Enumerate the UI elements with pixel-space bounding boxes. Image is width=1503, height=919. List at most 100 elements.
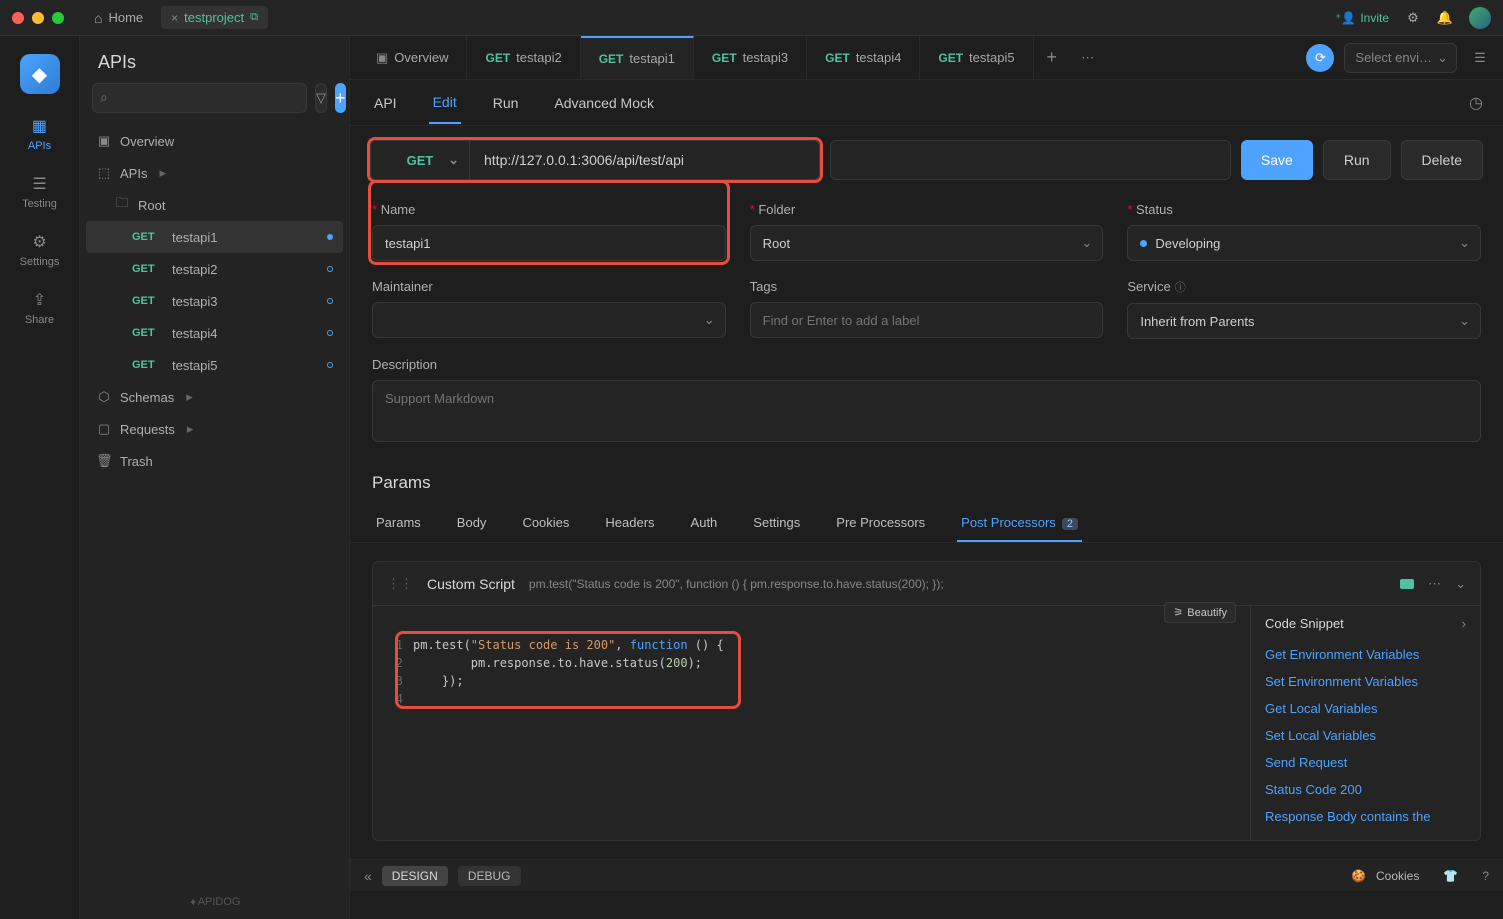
home-button[interactable]: ⌂ Home [84,6,153,30]
snippet-link[interactable]: Set Local Variables [1265,722,1466,749]
external-link-icon[interactable]: ⧉ [250,11,258,24]
project-name: testproject [184,10,244,25]
ptab-post[interactable]: Post Processors2 [957,505,1082,542]
notification-bell-icon[interactable]: 🔔 [1437,10,1453,26]
add-button[interactable]: + [335,83,346,113]
subtab-edit[interactable]: Edit [429,82,461,124]
main-area: ▣ Overview GET testapi2 GET testapi1 GET… [350,36,1503,919]
info-icon[interactable]: ⓘ [1175,282,1186,294]
folder-select[interactable]: Root [750,225,1104,261]
minimize-window[interactable] [32,12,44,24]
more-options-icon[interactable]: ⋯ [1428,576,1441,592]
cookies-button[interactable]: Cookies [1376,869,1419,883]
tree-api-item[interactable]: GET testapi1 [86,221,343,253]
filter-button[interactable]: ▽ [315,83,327,113]
description-textarea[interactable] [372,380,1481,442]
tree-label: Root [138,198,165,213]
tree-api-item[interactable]: GET testapi5 [86,349,343,381]
status-select[interactable]: Developing [1127,225,1481,261]
service-select[interactable]: Inherit from Parents [1127,303,1481,339]
save-button[interactable]: Save [1241,140,1313,180]
tree-requests[interactable]: ▢ Requests ▸ [86,413,343,445]
tree-trash[interactable]: 🗑 Trash [86,445,343,477]
ptab-pre[interactable]: Pre Processors [832,505,929,542]
method-badge: GET [132,263,164,275]
tab-overview[interactable]: ▣ Overview [358,36,467,79]
subtab-mock[interactable]: Advanced Mock [550,83,658,123]
rail-label: APIs [28,140,51,152]
run-button[interactable]: Run [1323,140,1391,180]
search-input[interactable] [92,83,307,113]
subtab-api[interactable]: API [370,83,401,123]
settings-gear-icon[interactable]: ⚙ [1405,10,1421,26]
trash-icon: 🗑 [96,453,112,469]
user-avatar[interactable] [1469,7,1491,29]
beautify-button[interactable]: ⚞Beautify [1164,602,1236,623]
ptab-params[interactable]: Params [372,505,425,542]
chevron-down-icon[interactable]: ⌄ [1455,576,1466,592]
drag-handle-icon[interactable]: ⋮⋮ [387,576,413,592]
tabs-overflow-button[interactable]: ⋯ [1070,36,1106,79]
tree-root-folder[interactable]: 🗀 Root [86,189,343,221]
status-dot [327,298,333,304]
ptab-body[interactable]: Body [453,505,491,542]
snippet-link[interactable]: Get Environment Variables [1265,641,1466,668]
new-tab-button[interactable]: + [1034,36,1070,79]
tree-api-item[interactable]: GET testapi2 [86,253,343,285]
snippet-link[interactable]: Send Request [1265,749,1466,776]
ptab-settings[interactable]: Settings [749,505,804,542]
param-tabstrip: Params Body Cookies Headers Auth Setting… [350,497,1503,543]
script-title: Custom Script [427,576,515,592]
invite-button[interactable]: ⁺👤 Invite [1335,11,1389,25]
project-tab[interactable]: × testproject ⧉ [161,6,268,29]
chevron-right-icon[interactable]: › [1462,616,1466,631]
delete-button[interactable]: Delete [1401,140,1483,180]
rail-item-share[interactable]: ⇪ Share [25,290,54,326]
snippet-link[interactable]: Status Code 200 [1265,776,1466,803]
requests-icon: ▢ [96,421,112,437]
panel-toggle-button[interactable]: ☰ [1465,43,1495,73]
tree-schemas[interactable]: ⬡ Schemas ▸ [86,381,343,413]
history-icon[interactable]: ◷ [1469,93,1483,113]
app-logo[interactable]: ◆ [20,54,60,94]
api-name: testapi4 [172,326,218,341]
rail-item-settings[interactable]: ⚙ Settings [20,232,60,268]
tab-api[interactable]: GET testapi2 [467,36,580,79]
maintainer-select[interactable] [372,302,726,338]
method-select[interactable]: GET [370,140,470,180]
tree-api-item[interactable]: GET testapi3 [86,285,343,317]
mode-debug[interactable]: DEBUG [458,866,521,886]
script-enabled-toggle[interactable] [1400,579,1414,589]
rail-item-testing[interactable]: ☰ Testing [22,174,57,210]
tab-api[interactable]: GET testapi5 [920,36,1033,79]
folder-icon: 🗀 [114,194,130,216]
collapse-icon[interactable]: « [364,868,372,884]
tab-api[interactable]: GET testapi1 [581,36,694,79]
snippet-link[interactable]: Response Body contains the [1265,803,1466,830]
tree-overview[interactable]: ▣ Overview [86,125,343,157]
name-input[interactable] [372,225,726,261]
ptab-auth[interactable]: Auth [687,505,722,542]
ptab-headers[interactable]: Headers [601,505,658,542]
mode-design[interactable]: DESIGN [382,866,448,886]
environment-select[interactable]: Select envi… [1344,43,1457,73]
tree-api-item[interactable]: GET testapi4 [86,317,343,349]
tree-apis-group[interactable]: ⬚ APIs ▸ [86,157,343,189]
maximize-window[interactable] [52,12,64,24]
shirt-icon[interactable]: 👕 [1443,869,1458,883]
close-window[interactable] [12,12,24,24]
url-input[interactable] [470,140,820,180]
tags-input[interactable] [750,302,1104,338]
ptab-cookies[interactable]: Cookies [518,505,573,542]
snippet-link[interactable]: Get Local Variables [1265,695,1466,722]
code-editor[interactable]: ⚞Beautify 1pm.test("Status code is 200",… [373,606,1250,840]
rail-item-apis[interactable]: ▦ APIs [28,116,51,152]
help-icon[interactable]: ? [1482,869,1489,883]
snippet-link[interactable]: Set Environment Variables [1265,668,1466,695]
sync-button[interactable]: ⟳ [1306,44,1334,72]
tab-api[interactable]: GET testapi4 [807,36,920,79]
subtab-run[interactable]: Run [489,83,523,123]
close-icon[interactable]: × [171,11,178,25]
url-input-extension[interactable] [830,140,1231,180]
tab-api[interactable]: GET testapi3 [694,36,807,79]
